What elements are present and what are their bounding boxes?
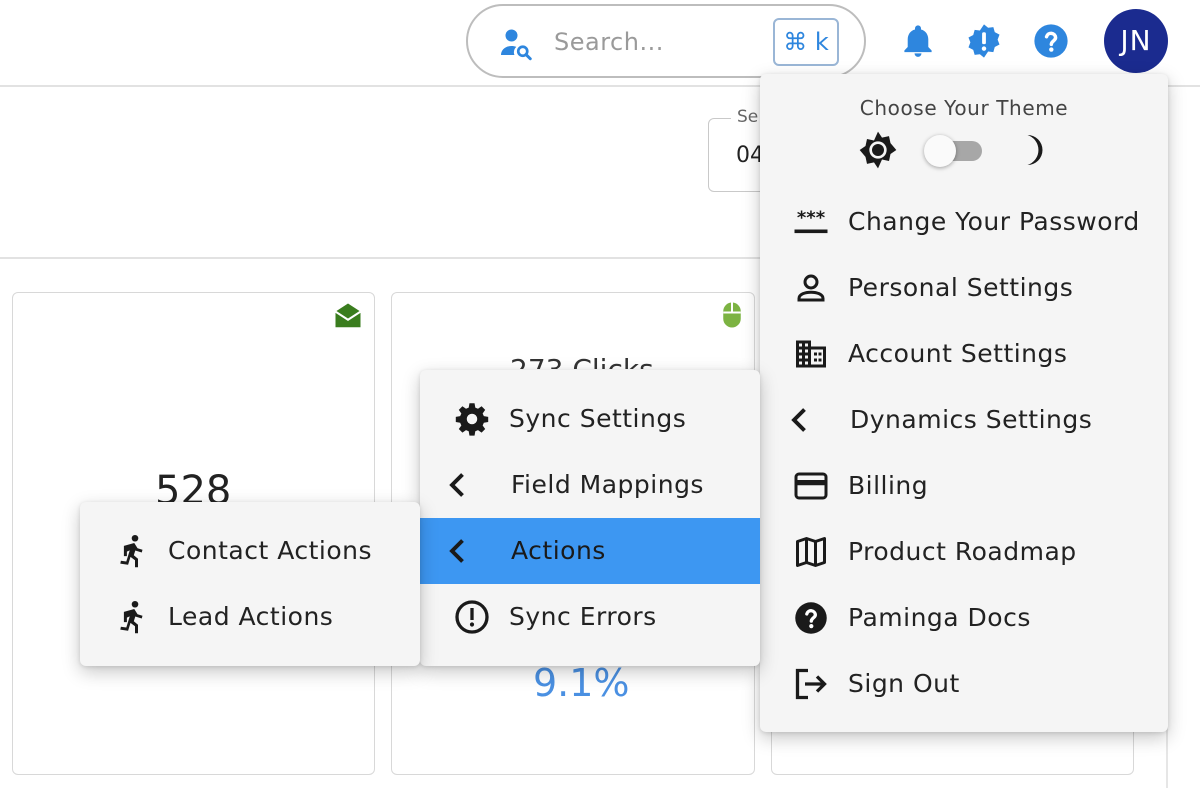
menu-item-label: Sync Settings (509, 404, 687, 433)
menu-item-contact-actions[interactable]: Contact Actions (80, 518, 420, 584)
credit-card-icon (794, 472, 828, 500)
menu-item-label: Product Roadmap (848, 537, 1077, 566)
password-icon: *** (794, 208, 828, 234)
alert-badge-icon[interactable] (965, 22, 1003, 60)
menu-item-personal-settings[interactable]: Personal Settings (760, 255, 1168, 321)
building-icon (796, 340, 826, 368)
menu-item-label: Contact Actions (168, 536, 373, 565)
menu-item-account-settings[interactable]: Account Settings (760, 321, 1168, 387)
help-circle-icon (795, 602, 827, 634)
help-icon[interactable] (1032, 22, 1070, 60)
user-search-icon (501, 29, 532, 61)
menu-item-label: Change Your Password (848, 207, 1140, 236)
menu-item-billing[interactable]: Billing (760, 453, 1168, 519)
mouse-icon (723, 302, 741, 328)
person-icon (797, 274, 825, 302)
search-shortcut-badge: ⌘ k (773, 18, 839, 66)
running-person-icon (120, 600, 143, 634)
search-input[interactable]: Search... (554, 28, 664, 56)
search-box[interactable]: Search... ⌘ k (466, 4, 866, 78)
avatar[interactable]: JN (1104, 9, 1168, 73)
menu-item-paminga-docs[interactable]: Paminga Docs (760, 585, 1168, 651)
theme-label: Choose Your Theme (859, 96, 1069, 120)
theme-switcher (760, 130, 1168, 170)
menu-item-sync-settings[interactable]: Sync Settings (420, 386, 760, 452)
menu-item-label: Sign Out (848, 669, 960, 698)
menu-item-label: Sync Errors (509, 602, 657, 631)
menu-item-sign-out[interactable]: Sign Out (760, 651, 1168, 717)
menu-item-product-roadmap[interactable]: Product Roadmap (760, 519, 1168, 585)
menu-item-label: Dynamics Settings (850, 405, 1093, 434)
menu-item-label: Actions (511, 536, 606, 565)
stat-card-percent: 9.1% (533, 661, 630, 705)
gear-icon (455, 403, 489, 436)
error-circle-icon (455, 600, 489, 634)
chevron-left-icon (449, 473, 464, 497)
sign-out-icon (795, 668, 827, 700)
stat-card-title: 273 Clicks (510, 353, 654, 369)
menu-item-change-password[interactable]: *** Change Your Password (760, 189, 1168, 255)
dynamics-settings-submenu: Sync Settings Field Mappings Actions Syn… (420, 370, 760, 666)
menu-item-label: Lead Actions (168, 602, 334, 631)
menu-item-dynamics-settings[interactable]: Dynamics Settings (760, 387, 1168, 453)
menu-item-sync-errors[interactable]: Sync Errors (420, 584, 760, 650)
chevron-left-icon (449, 539, 464, 563)
svg-text:***: *** (797, 208, 826, 229)
menu-item-label: Billing (848, 471, 929, 500)
menu-item-field-mappings[interactable]: Field Mappings (420, 452, 760, 518)
theme-toggle[interactable] (924, 135, 984, 167)
menu-item-label: Paminga Docs (848, 603, 1031, 632)
opened-email-icon (334, 303, 362, 328)
map-icon (796, 537, 826, 567)
menu-item-label: Field Mappings (511, 470, 704, 499)
sun-icon (859, 131, 897, 169)
menu-item-label: Account Settings (848, 339, 1068, 368)
actions-submenu: Contact Actions Lead Actions (80, 502, 420, 666)
bell-icon[interactable] (899, 22, 937, 60)
theme-toggle-knob[interactable] (924, 135, 956, 167)
running-person-icon (120, 534, 143, 568)
chevron-left-icon (791, 408, 806, 432)
account-menu: Choose Your Theme *** Change Your Passwo… (760, 74, 1168, 732)
menu-item-actions[interactable]: Actions (420, 518, 760, 584)
menu-item-label: Personal Settings (848, 273, 1074, 302)
moon-icon (1027, 135, 1043, 165)
menu-item-lead-actions[interactable]: Lead Actions (80, 584, 420, 650)
